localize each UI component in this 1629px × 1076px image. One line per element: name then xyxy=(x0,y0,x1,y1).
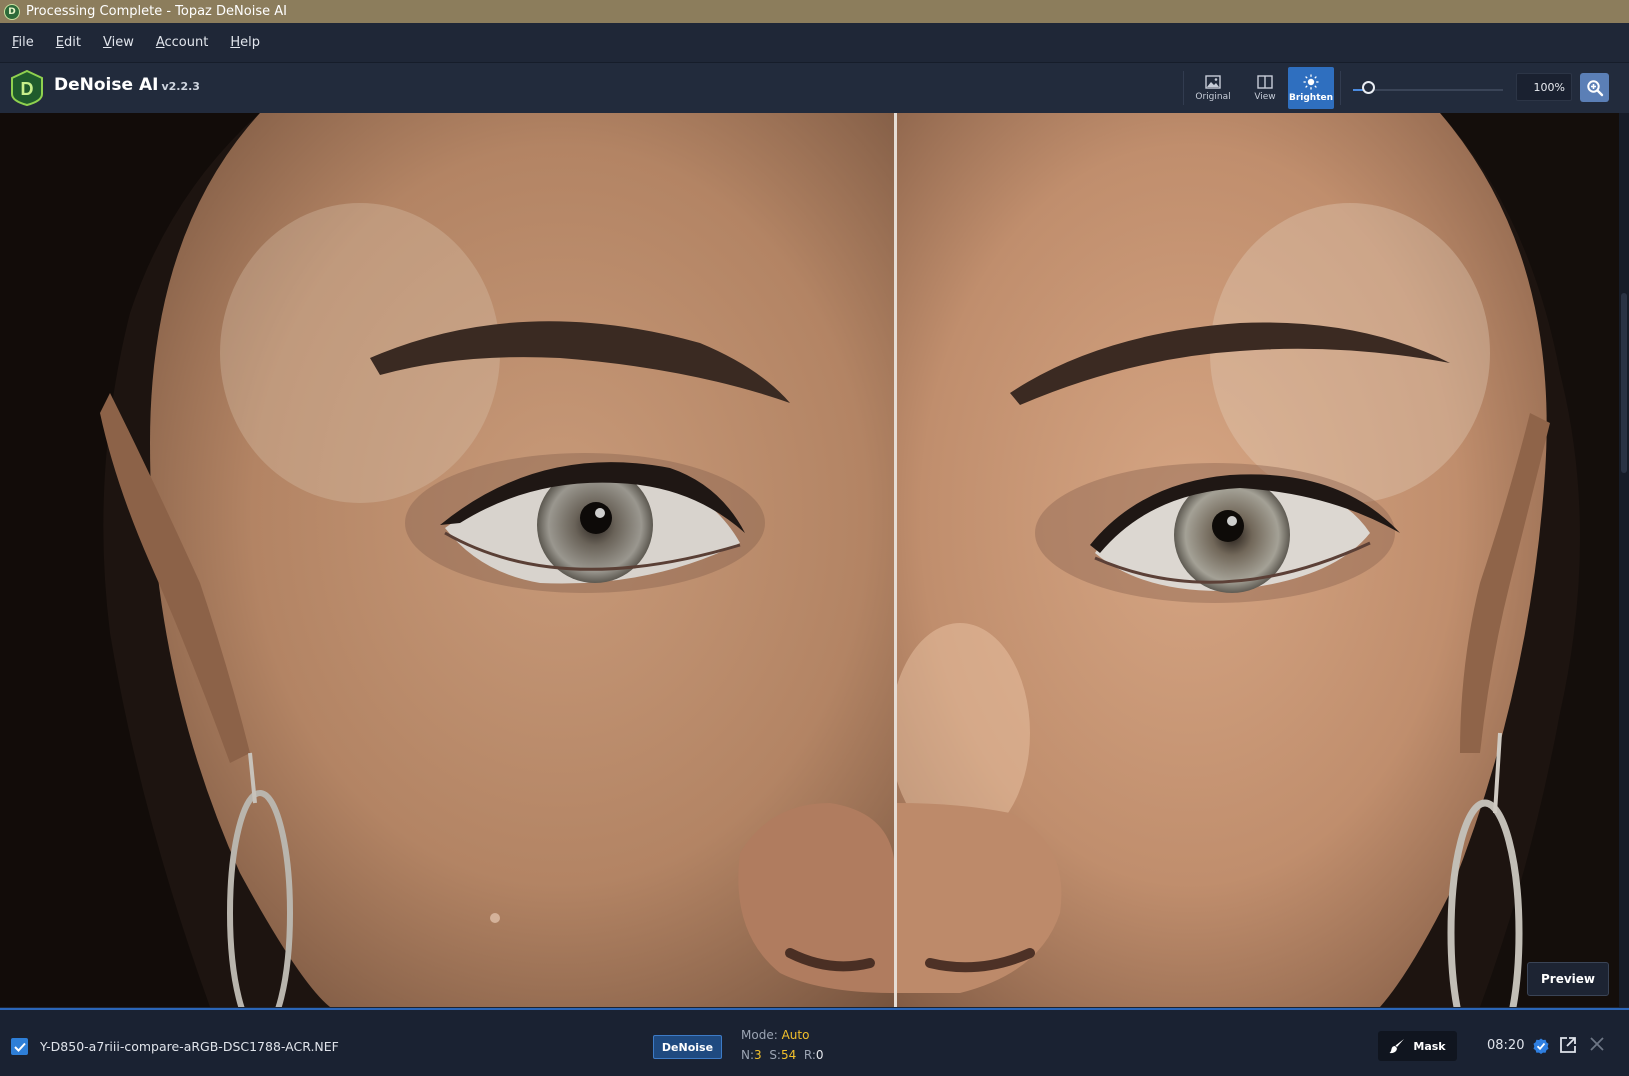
split-view-button[interactable]: View xyxy=(1242,67,1288,109)
mode-info: Mode: Auto xyxy=(741,1028,810,1042)
sun-icon xyxy=(1303,74,1319,89)
processing-time: 08:20 xyxy=(1487,1038,1525,1053)
complete-check-icon xyxy=(1533,1038,1549,1054)
split-view-icon xyxy=(1257,74,1273,89)
menu-account[interactable]: Account xyxy=(156,33,209,52)
app-name: DeNoise AI xyxy=(54,75,159,95)
menu-view[interactable]: View xyxy=(103,33,134,52)
zoom-in-button[interactable] xyxy=(1580,73,1609,102)
open-external-icon[interactable] xyxy=(1559,1036,1577,1054)
preview-button[interactable]: Preview xyxy=(1527,962,1609,996)
file-name: Y-D850-a7riii-compare-aRGB-DSC1788-ACR.N… xyxy=(40,1039,339,1054)
menu-file[interactable]: File xyxy=(12,33,34,52)
app-header: D DeNoise AI v2.2.3 Original View Bright… xyxy=(0,62,1629,114)
param-info: N:3 S:54 R:0 xyxy=(741,1048,824,1062)
mode-value: Auto xyxy=(781,1028,810,1042)
image-viewport[interactable] xyxy=(0,113,1619,1007)
brighten-button[interactable]: Brighten xyxy=(1288,67,1334,109)
original-view-button[interactable]: Original xyxy=(1190,67,1236,109)
toolbar-divider xyxy=(1183,71,1184,105)
window-title: Processing Complete - Topaz DeNoise AI xyxy=(26,4,287,19)
sharpen-value: 54 xyxy=(780,1048,797,1062)
image-icon xyxy=(1205,74,1221,89)
viewport-scrollbar[interactable] xyxy=(1619,113,1629,1007)
process-type-badge[interactable]: DeNoise xyxy=(653,1035,722,1059)
recover-value: 0 xyxy=(815,1048,824,1062)
menu-help[interactable]: Help xyxy=(230,33,260,52)
zoom-slider-track[interactable] xyxy=(1353,89,1503,91)
denoise-logo-icon: D xyxy=(11,70,43,106)
app-icon: D xyxy=(4,3,20,20)
zoom-level-field[interactable]: 100% xyxy=(1516,73,1572,101)
window-titlebar: D Processing Complete - Topaz DeNoise AI xyxy=(0,0,1629,23)
split-divider[interactable] xyxy=(894,113,897,1007)
file-select-checkbox[interactable] xyxy=(11,1038,28,1055)
app-version: v2.2.3 xyxy=(161,80,200,93)
noise-value: 3 xyxy=(754,1048,762,1062)
menu-bar: File Edit View Account Help xyxy=(0,23,1629,62)
brush-icon xyxy=(1389,1039,1405,1054)
toolbar-divider xyxy=(1340,71,1341,105)
portrait-photo-comparison xyxy=(0,113,1619,1007)
mask-button[interactable]: Mask xyxy=(1378,1031,1457,1061)
scrollbar-thumb[interactable] xyxy=(1621,293,1627,473)
svg-text:D: D xyxy=(21,79,34,99)
menu-edit[interactable]: Edit xyxy=(56,33,81,52)
remove-file-icon[interactable] xyxy=(1590,1037,1604,1051)
app-brand: DeNoise AI v2.2.3 xyxy=(54,75,200,95)
file-row: Y-D850-a7riii-compare-aRGB-DSC1788-ACR.N… xyxy=(0,1008,1629,1076)
magnifier-plus-icon xyxy=(1586,79,1603,96)
zoom-slider-thumb[interactable] xyxy=(1362,81,1375,94)
checkmark-icon xyxy=(13,1042,26,1052)
